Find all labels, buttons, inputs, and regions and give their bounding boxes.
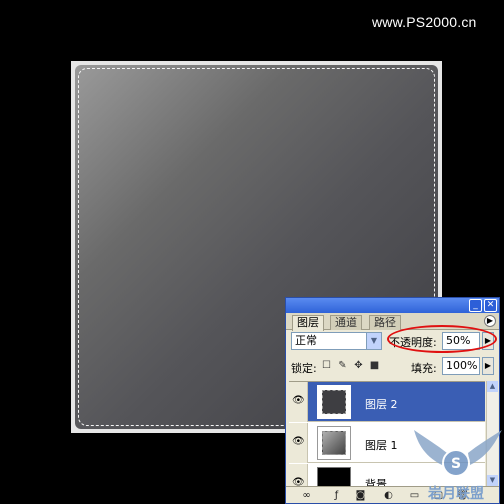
minimize-icon[interactable]: _ [469,299,482,312]
lock-transparency-icon[interactable]: ☐ [321,360,332,371]
add-mask-icon[interactable]: ◙ [354,489,367,502]
lock-pixels-icon[interactable]: ✎ [337,360,348,371]
layer-row[interactable]: 👁 图层 2 [289,382,485,422]
highlight-oval [387,325,497,353]
tab-layers[interactable]: 图层 [292,315,324,331]
site-watermark: www.PS2000.cn [372,14,477,30]
eye-icon: 👁 [292,436,305,447]
lock-all-icon[interactable]: ■ [369,360,380,371]
logo-text: 岩月联盟 [427,485,484,502]
visibility-toggle[interactable]: 👁 [289,423,308,463]
layer-name: 背景 [365,478,387,486]
adjustment-layer-icon[interactable]: ◐ [382,489,395,502]
link-icon[interactable]: ∞ [300,489,313,502]
visibility-toggle[interactable]: 👁 [289,382,308,422]
lock-fill-row: 锁定: ☐ ✎ ✥ ■ 填充: 100% ▶ [289,356,496,376]
eye-icon: 👁 [292,477,305,487]
visibility-toggle[interactable]: 👁 [289,464,308,486]
panel-titlebar[interactable]: _ ✕ [286,298,499,313]
layer-thumbnail [317,467,351,486]
fill-label: 填充: [411,362,437,375]
blend-mode-value: 正常 [295,334,317,347]
lock-position-icon[interactable]: ✥ [353,360,364,371]
tab-paths[interactable]: 路径 [369,315,401,330]
layer-thumbnail [317,385,351,419]
tab-channels[interactable]: 通道 [330,315,362,330]
scroll-up-icon[interactable]: ▲ [487,381,498,392]
layer-name: 图层 2 [365,398,398,411]
panel-menu-icon[interactable]: ▶ [484,315,496,327]
svg-text:S: S [451,456,461,472]
layer-thumbnail [317,426,351,460]
lock-label: 锁定: [291,362,317,375]
close-icon[interactable]: ✕ [484,299,497,312]
layer-style-icon[interactable]: ƒ [330,489,343,502]
blend-mode-select[interactable]: 正常 ▼ [291,332,382,350]
fill-slider-arrow-icon[interactable]: ▶ [482,357,494,375]
chevron-down-icon[interactable]: ▼ [366,333,381,349]
fill-input[interactable]: 100% [442,357,480,375]
eye-icon: 👁 [292,395,305,406]
layer-name: 图层 1 [365,439,398,452]
blend-opacity-row: 正常 ▼ 不透明度: 50% ▶ [289,325,497,353]
logo-watermark: S 岩月联盟 [414,430,502,502]
